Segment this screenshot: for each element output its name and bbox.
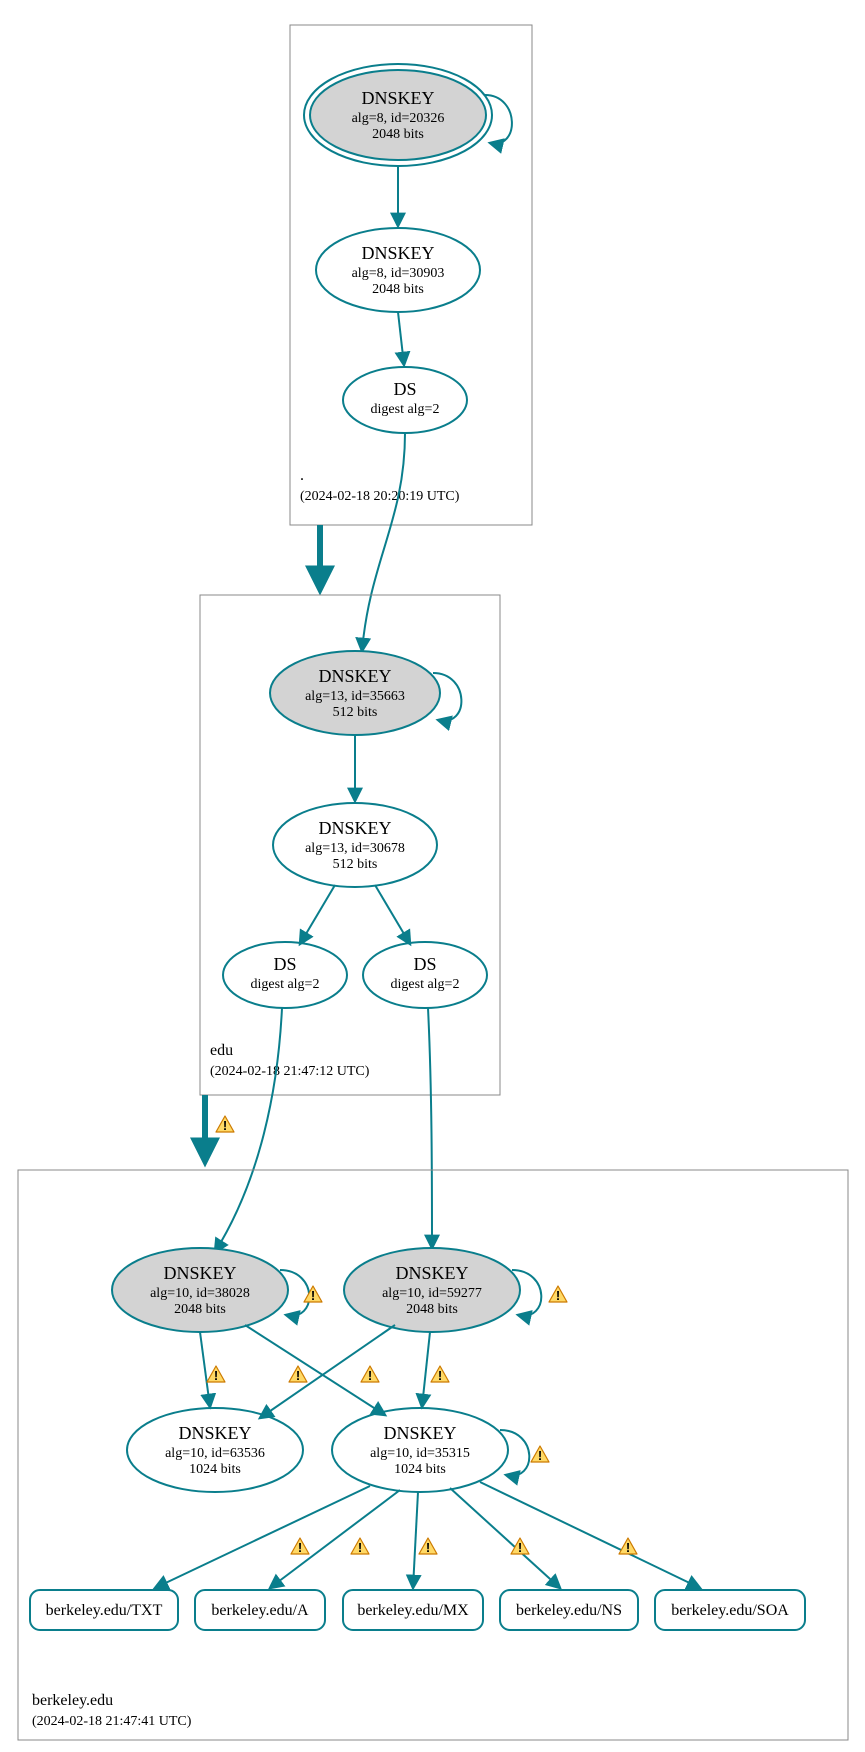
svg-text:berkeley.edu/MX: berkeley.edu/MX xyxy=(357,1602,469,1619)
svg-text:DNSKEY: DNSKEY xyxy=(383,1423,456,1443)
svg-text:alg=10, id=35315: alg=10, id=35315 xyxy=(370,1446,470,1461)
warning-icon xyxy=(304,1286,322,1303)
zone-edu[interactable]: edu (2024-02-18 21:47:12 UTC) DNSKEY alg… xyxy=(200,595,500,1095)
zone-berkeley[interactable]: berkeley.edu (2024-02-18 21:47:41 UTC) D… xyxy=(18,1170,848,1740)
edge-bk-ksk2-to-zsk2 xyxy=(422,1332,430,1407)
dnskey-berkeley-zsk1[interactable]: DNSKEY alg=10, id=63536 1024 bits xyxy=(127,1408,303,1492)
edge-bk-zsk2-to-ns xyxy=(450,1488,560,1588)
svg-text:berkeley.edu/A: berkeley.edu/A xyxy=(211,1602,309,1619)
zone-berkeley-label: berkeley.edu xyxy=(32,1692,113,1709)
ds-edu-2[interactable]: DS digest alg=2 xyxy=(363,942,487,1008)
edge-bk-zsk2-to-mx xyxy=(413,1492,418,1588)
svg-text:DNSKEY: DNSKEY xyxy=(178,1423,251,1443)
dnssec-diagram: ! . (2024-02-18 20:20:19 UTC) DNSKEY alg… xyxy=(0,0,865,1752)
svg-text:DNSKEY: DNSKEY xyxy=(163,1263,236,1283)
svg-text:512 bits: 512 bits xyxy=(333,705,378,720)
svg-text:2048 bits: 2048 bits xyxy=(372,282,424,297)
edge-edu-zsk-to-ds2 xyxy=(375,885,410,944)
dnskey-berkeley-ksk1[interactable]: DNSKEY alg=10, id=38028 2048 bits xyxy=(112,1248,288,1332)
zone-root[interactable]: . (2024-02-18 20:20:19 UTC) DNSKEY alg=8… xyxy=(290,25,532,525)
svg-text:1024 bits: 1024 bits xyxy=(189,1462,241,1477)
edge-edu-ds2-to-bk-ksk2 xyxy=(428,1008,432,1248)
warning-icon xyxy=(531,1446,549,1463)
dnskey-berkeley-ksk2[interactable]: DNSKEY alg=10, id=59277 2048 bits xyxy=(344,1248,520,1332)
svg-text:1024 bits: 1024 bits xyxy=(394,1462,446,1477)
edge-edu-zsk-to-ds1 xyxy=(300,885,335,944)
svg-text:digest alg=2: digest alg=2 xyxy=(251,977,320,992)
svg-text:alg=10, id=63536: alg=10, id=63536 xyxy=(165,1446,265,1461)
svg-text:512 bits: 512 bits xyxy=(333,857,378,872)
edge-root-zsk-to-ds xyxy=(398,312,404,365)
svg-text:digest alg=2: digest alg=2 xyxy=(371,402,440,417)
dnskey-edu-ksk[interactable]: DNSKEY alg=13, id=35663 512 bits xyxy=(270,651,440,735)
ds-root[interactable]: DS digest alg=2 xyxy=(343,367,467,433)
zone-berkeley-timestamp: (2024-02-18 21:47:41 UTC) xyxy=(32,1714,192,1729)
svg-text:alg=13, id=35663: alg=13, id=35663 xyxy=(305,689,405,704)
edge-bk-ksk1-to-zsk1 xyxy=(200,1332,210,1407)
svg-text:DNSKEY: DNSKEY xyxy=(361,243,434,263)
svg-text:2048 bits: 2048 bits xyxy=(372,127,424,142)
edge-root-ds-to-edu-ksk xyxy=(362,433,405,651)
warning-icon xyxy=(207,1366,225,1383)
warning-icon xyxy=(619,1538,637,1555)
edge-bk-ksk1-to-zsk2 xyxy=(245,1325,385,1415)
edge-bk-zsk2-to-soa xyxy=(480,1482,700,1588)
svg-text:DNSKEY: DNSKEY xyxy=(361,88,434,108)
zone-edu-label: edu xyxy=(210,1042,233,1059)
svg-text:2048 bits: 2048 bits xyxy=(406,1302,458,1317)
svg-text:DNSKEY: DNSKEY xyxy=(395,1263,468,1283)
warning-icon xyxy=(216,1116,234,1133)
warning-icon xyxy=(549,1286,567,1303)
warning-icon xyxy=(291,1538,309,1555)
warning-icon xyxy=(289,1366,307,1383)
zone-edu-timestamp: (2024-02-18 21:47:12 UTC) xyxy=(210,1064,370,1079)
dnskey-root-ksk[interactable]: DNSKEY alg=8, id=20326 2048 bits xyxy=(304,64,492,166)
rrset-txt[interactable]: berkeley.edu/TXT xyxy=(30,1590,178,1630)
zone-root-label: . xyxy=(300,467,304,484)
ds-edu-1[interactable]: DS digest alg=2 xyxy=(223,942,347,1008)
svg-text:alg=10, id=59277: alg=10, id=59277 xyxy=(382,1286,482,1301)
svg-text:alg=8, id=20326: alg=8, id=20326 xyxy=(352,111,445,126)
rrset-mx[interactable]: berkeley.edu/MX xyxy=(343,1590,483,1630)
warning-icon xyxy=(351,1538,369,1555)
svg-text:alg=10, id=38028: alg=10, id=38028 xyxy=(150,1286,250,1301)
svg-text:berkeley.edu/NS: berkeley.edu/NS xyxy=(516,1602,622,1619)
svg-text:DS: DS xyxy=(273,954,296,974)
svg-text:alg=13, id=30678: alg=13, id=30678 xyxy=(305,841,405,856)
svg-text:berkeley.edu/TXT: berkeley.edu/TXT xyxy=(46,1602,163,1619)
edge-bk-ksk2-to-zsk1 xyxy=(260,1325,395,1418)
edge-bk-zsk2-to-a xyxy=(270,1490,400,1588)
dnskey-edu-zsk[interactable]: DNSKEY alg=13, id=30678 512 bits xyxy=(273,803,437,887)
svg-text:digest alg=2: digest alg=2 xyxy=(391,977,460,992)
svg-text:DS: DS xyxy=(413,954,436,974)
svg-text:DNSKEY: DNSKEY xyxy=(318,666,391,686)
rrset-soa[interactable]: berkeley.edu/SOA xyxy=(655,1590,805,1630)
zone-root-timestamp: (2024-02-18 20:20:19 UTC) xyxy=(300,489,460,504)
warning-icon xyxy=(419,1538,437,1555)
svg-text:berkeley.edu/SOA: berkeley.edu/SOA xyxy=(671,1602,789,1619)
dnskey-root-zsk[interactable]: DNSKEY alg=8, id=30903 2048 bits xyxy=(316,228,480,312)
svg-text:DNSKEY: DNSKEY xyxy=(318,818,391,838)
warning-icon xyxy=(431,1366,449,1383)
svg-text:2048 bits: 2048 bits xyxy=(174,1302,226,1317)
warning-icon xyxy=(361,1366,379,1383)
svg-text:DS: DS xyxy=(393,379,416,399)
dnskey-berkeley-zsk2[interactable]: DNSKEY alg=10, id=35315 1024 bits xyxy=(332,1408,508,1492)
svg-text:alg=8, id=30903: alg=8, id=30903 xyxy=(352,266,445,281)
rrset-a[interactable]: berkeley.edu/A xyxy=(195,1590,325,1630)
rrset-ns[interactable]: berkeley.edu/NS xyxy=(500,1590,638,1630)
